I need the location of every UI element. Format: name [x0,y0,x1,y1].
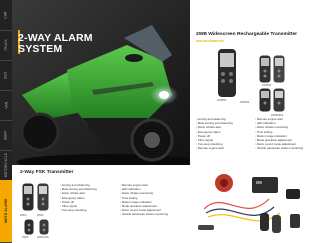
device-label: 2WS550 [217,99,227,102]
side-tab-bus[interactable]: BUS [0,60,12,91]
side-navigation: CAR TRUCK BUS VAN BOAT MOTORCYCLE MOTO A… [0,0,12,243]
remote-2ws660-icon [259,88,271,112]
fsk-remote-3-icon [24,219,34,235]
device-label: 2WF2- [37,214,45,217]
motorcycle-photo: 2-WAY ALARM SYSTEM [12,0,190,165]
device-label: 2WS650 [262,84,272,87]
rechargeable-features-left: Arming and disarming Mute arming and dis… [196,117,254,151]
device-label: 2WF0-FSK [37,236,49,239]
device-label: 2WF0- [22,236,30,239]
side-tab-van[interactable]: VAN [0,90,12,121]
remote-2ws650b-icon [273,55,285,83]
rechargeable-subtitle: ONLINE PRODUCT [196,39,224,43]
fsk-remote-1-icon [22,183,34,211]
alarm-kit-components-image [198,174,300,233]
side-tab-boat[interactable]: BOAT [0,120,12,151]
remote-2ws660sx-icon [273,88,285,112]
fsk-title: 2-Way FSK Transmitter [20,170,74,175]
fsk-features-left: Arming and disarming Mute arming and dis… [60,183,118,212]
side-tab-moto-alarm[interactable]: MOTO ALARM [0,180,12,243]
fsk-remote-2-icon [37,183,49,211]
rechargeable-title: 2WB Widescreen Rechargeable Transmitter [196,32,298,37]
fsk-transmitter-section: 2-Way FSK Transmitter 2WF1- 2WF2- 2WF0- … [12,165,320,242]
motorcycle-illustration [12,0,190,165]
remote-2ws650-icon [259,55,271,83]
side-tab-motorcycle[interactable]: MOTORCYCLE [0,150,12,181]
fsk-remote-4-icon [39,219,49,235]
fsk-features-right: Remote engine start LED indication Alarm… [120,183,184,217]
rechargeable-transmitter-section: 2WB Widescreen Rechargeable Transmitter … [193,0,320,165]
side-tab-truck[interactable]: TRUCK [0,30,12,61]
page-title: 2-WAY ALARM SYSTEM [18,32,93,55]
rechargeable-features-right: Remote engine start LED indication Alarm… [255,117,317,151]
side-tab-car[interactable]: CAR [0,0,12,31]
remote-2ws550-icon [218,49,236,97]
device-label: 2WS660 [240,101,250,104]
device-label: 2WF1- [20,214,28,217]
